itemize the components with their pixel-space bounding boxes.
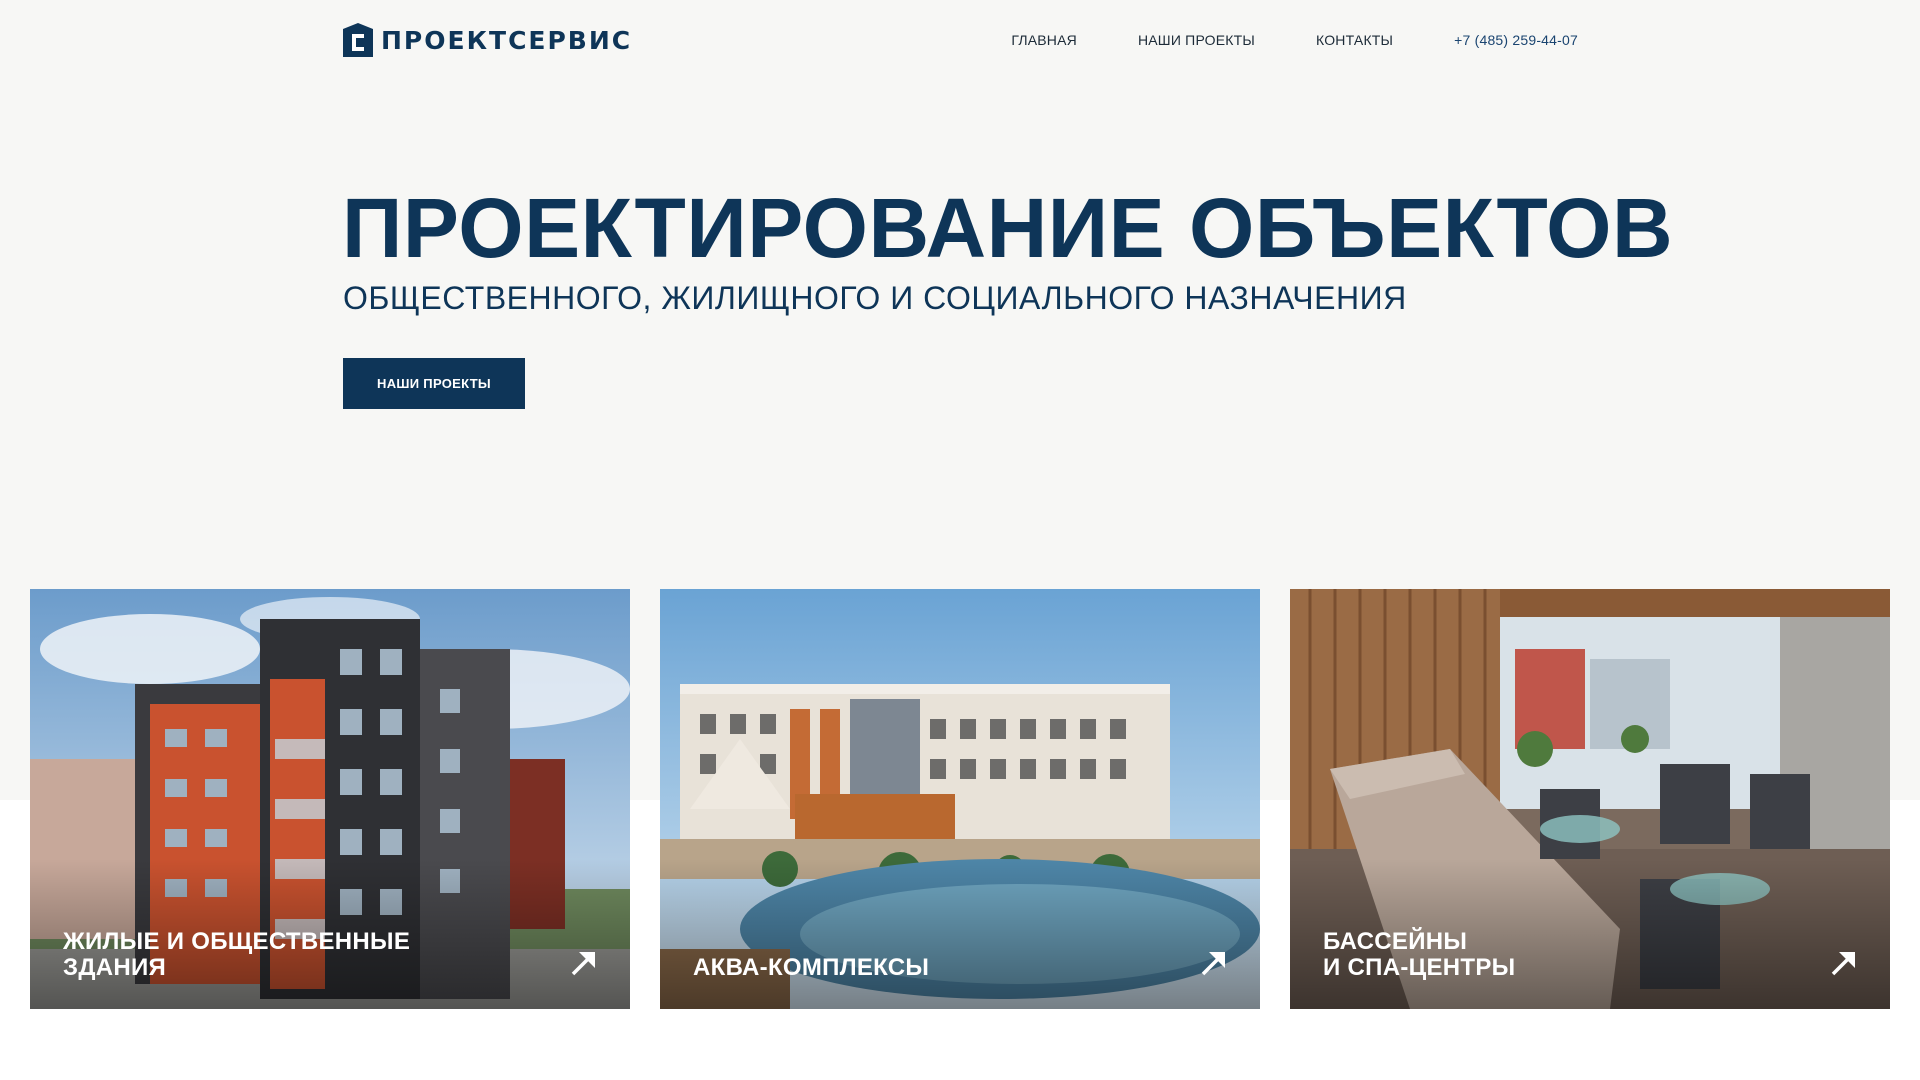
card-spa[interactable]: БАССЕЙНЫ И СПА-ЦЕНТРЫ bbox=[1290, 589, 1890, 1009]
logo-text: ПРОЕКТСЕРВИС bbox=[381, 25, 633, 55]
site-header: ПРОЕКТСЕРВИС ГЛАВНАЯ НАШИ ПРОЕКТЫ КОНТАК… bbox=[343, 20, 1578, 60]
arrow-up-right-icon[interactable] bbox=[1830, 949, 1858, 977]
nav-link-home[interactable]: ГЛАВНАЯ bbox=[1011, 32, 1077, 48]
card-title-line: АКВА-КОМПЛЕКСЫ bbox=[693, 954, 930, 981]
phone-link[interactable]: +7 (485) 259-44-07 bbox=[1454, 32, 1578, 48]
card-shade bbox=[660, 859, 1260, 1009]
card-title: ЖИЛЫЕ И ОБЩЕСТВЕННЫЕ ЗДАНИЯ bbox=[63, 929, 463, 981]
nav-link-projects[interactable]: НАШИ ПРОЕКТЫ bbox=[1138, 32, 1255, 48]
main-nav: ГЛАВНАЯ НАШИ ПРОЕКТЫ КОНТАКТЫ +7 (485) 2… bbox=[950, 32, 1578, 48]
nav-link-contacts[interactable]: КОНТАКТЫ bbox=[1316, 32, 1393, 48]
hero-subtitle: ОБЩЕСТВЕННОГО, ЖИЛИЩНОГО И СОЦИАЛЬНОГО Н… bbox=[343, 280, 1407, 316]
card-title-line: ЗДАНИЯ bbox=[63, 954, 167, 981]
card-title-line: ЖИЛЫЕ И ОБЩЕСТВЕННЫЕ bbox=[63, 928, 411, 955]
arrow-up-right-icon[interactable] bbox=[1200, 949, 1228, 977]
card-title: АКВА-КОМПЛЕКСЫ bbox=[693, 955, 1093, 981]
card-title: БАССЕЙНЫ И СПА-ЦЕНТРЫ bbox=[1323, 929, 1723, 981]
card-aqua[interactable]: АКВА-КОМПЛЕКСЫ bbox=[660, 589, 1260, 1009]
hero-title: ПРОЕКТИРОВАНИЕ ОБЪЕКТОВ bbox=[342, 181, 1674, 275]
our-projects-button[interactable]: НАШИ ПРОЕКТЫ bbox=[343, 358, 525, 409]
card-residential[interactable]: ЖИЛЫЕ И ОБЩЕСТВЕННЫЕ ЗДАНИЯ bbox=[30, 589, 630, 1009]
logo-icon bbox=[343, 23, 373, 57]
card-title-line: БАССЕЙНЫ bbox=[1323, 928, 1468, 955]
logo[interactable]: ПРОЕКТСЕРВИС bbox=[343, 23, 632, 57]
card-title-line: И СПА-ЦЕНТРЫ bbox=[1323, 954, 1516, 981]
arrow-up-right-icon[interactable] bbox=[570, 949, 598, 977]
